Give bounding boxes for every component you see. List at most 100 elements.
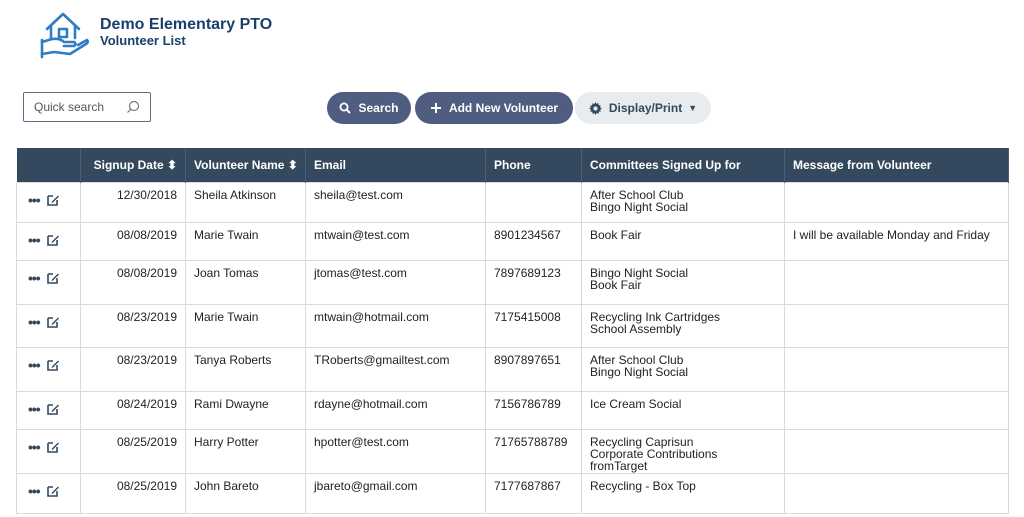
committee-item: Book Fair: [590, 277, 642, 292]
cell-phone: 8901234567: [485, 221, 582, 261]
row-actions: •••: [28, 484, 80, 498]
ellipsis-icon[interactable]: •••: [28, 315, 41, 329]
table-row: ••• 08/08/2019 Joan Tomas jtomas@test.com 78…: [16, 259, 1009, 305]
row-actions-cell: •••: [16, 181, 81, 223]
column-header-actions: [16, 148, 81, 182]
row-actions: •••: [28, 440, 80, 454]
search-icon: [339, 102, 352, 114]
table-row: ••• 08/23/2019 Tanya Roberts TRoberts@gmail…: [16, 346, 1009, 392]
edit-icon[interactable]: [46, 271, 60, 285]
org-name: Demo Elementary PTO: [100, 16, 273, 33]
row-actions: •••: [28, 271, 80, 285]
column-header-volunteer-name[interactable]: Volunteer Name ⬍: [185, 148, 306, 182]
cell-email: hpotter@test.com: [305, 428, 486, 474]
add-button-label: Add New Volunteer: [448, 101, 559, 115]
edit-icon[interactable]: [46, 358, 60, 372]
edit-icon[interactable]: [46, 233, 60, 247]
display-print-button[interactable]: Display/Print ▼: [575, 92, 711, 124]
edit-icon[interactable]: [46, 440, 60, 454]
committee-item: School Assembly: [590, 321, 682, 336]
ellipsis-icon[interactable]: •••: [28, 402, 41, 416]
cell-signup-date: 08/25/2019: [80, 472, 186, 514]
edit-icon[interactable]: [46, 484, 60, 498]
cell-signup-date: 08/24/2019: [80, 390, 186, 430]
committee-item: Bingo Night Social: [590, 265, 689, 280]
cell-email: jbareto@gmail.com: [305, 472, 486, 514]
committee-item: Bingo Night Social: [590, 199, 689, 214]
ellipsis-icon[interactable]: •••: [28, 233, 41, 247]
cell-email: TRoberts@gmailtest.com: [305, 346, 486, 392]
cell-signup-date: 08/25/2019: [80, 428, 186, 474]
cell-volunteer-name: Marie Twain: [185, 221, 306, 261]
add-new-volunteer-button[interactable]: Add New Volunteer: [415, 92, 573, 124]
row-actions: •••: [28, 193, 80, 207]
cell-email: jtomas@test.com: [305, 259, 486, 305]
table-row: ••• 08/25/2019 John Bareto jbareto@gmail.co…: [16, 472, 1009, 514]
ellipsis-icon[interactable]: •••: [28, 358, 41, 372]
table-row: ••• 08/08/2019 Marie Twain mtwain@test.com 8…: [16, 221, 1009, 261]
edit-icon[interactable]: [46, 315, 60, 329]
cell-message: [784, 181, 1009, 223]
cell-phone: 7156786789: [485, 390, 582, 430]
house-in-hand-logo: [40, 12, 90, 59]
magnifier-icon[interactable]: [126, 100, 140, 114]
cell-email: mtwain@hotmail.com: [305, 303, 486, 348]
row-actions-cell: •••: [16, 428, 81, 474]
edit-icon[interactable]: [46, 193, 60, 207]
row-actions-cell: •••: [16, 303, 81, 348]
committee-item: Recycling Ink Cartridges: [590, 309, 721, 324]
column-header-signup-date[interactable]: Signup Date ⬍: [80, 148, 186, 182]
table-row: ••• 12/30/2018 Sheila Atkinson sheila@test.…: [16, 181, 1009, 223]
cell-email: rdayne@hotmail.com: [305, 390, 486, 430]
column-header-email: Email: [305, 148, 486, 182]
edit-icon[interactable]: [46, 402, 60, 416]
quick-search-input[interactable]: [34, 100, 124, 114]
cell-volunteer-name: Marie Twain: [185, 303, 306, 348]
cell-volunteer-name: Tanya Roberts: [185, 346, 306, 392]
cell-message: [784, 303, 1009, 348]
cell-phone: 7897689123: [485, 259, 582, 305]
row-actions-cell: •••: [16, 346, 81, 392]
gear-icon: [588, 101, 602, 115]
row-actions: •••: [28, 233, 80, 247]
header-titles: Demo Elementary PTO Volunteer List: [100, 16, 273, 49]
cell-phone: [485, 181, 582, 223]
table-header-row: Signup Date ⬍ Volunteer Name ⬍ Email Pho…: [16, 148, 1009, 182]
committee-item: Recycling Caprisun: [590, 434, 694, 449]
chevron-down-icon: ▼: [688, 103, 698, 113]
cell-email: mtwain@test.com: [305, 221, 486, 261]
ellipsis-icon[interactable]: •••: [28, 484, 41, 498]
ellipsis-icon[interactable]: •••: [28, 193, 41, 207]
cell-signup-date: 08/08/2019: [80, 259, 186, 305]
cell-signup-date: 12/30/2018: [80, 181, 186, 223]
cell-committees: Recycling Caprisun Corporate Contribution…: [581, 428, 785, 474]
committee-item: Ice Cream Social: [590, 396, 682, 411]
cell-committees: Recycling Ink Cartridges School Assembly: [581, 303, 785, 348]
cell-signup-date: 08/23/2019: [80, 346, 186, 392]
column-header-message: Message from Volunteer: [784, 148, 1009, 182]
committee-item: Recycling - Box Top: [590, 478, 696, 493]
cell-volunteer-name: Rami Dwayne: [185, 390, 306, 430]
quick-search-field[interactable]: [23, 92, 151, 122]
cell-volunteer-name: Harry Potter: [185, 428, 306, 474]
cell-signup-date: 08/08/2019: [80, 221, 186, 261]
row-actions-cell: •••: [16, 221, 81, 261]
committee-item: After School Club: [590, 187, 684, 202]
committee-item: Corporate Contributions fromTarget: [590, 446, 718, 473]
cell-phone: 8907897651: [485, 346, 582, 392]
table-row: ••• 08/23/2019 Marie Twain mtwain@hotmail.c…: [16, 303, 1009, 348]
ellipsis-icon[interactable]: •••: [28, 440, 41, 454]
cell-committees: Recycling - Box Top: [581, 472, 785, 514]
ellipsis-icon[interactable]: •••: [28, 271, 41, 285]
column-header-phone: Phone: [485, 148, 582, 182]
cell-message: [784, 390, 1009, 430]
cell-message: [784, 346, 1009, 392]
cell-committees: Bingo Night Social Book Fair: [581, 259, 785, 305]
table-row: ••• 08/25/2019 Harry Potter hpotter@test.co…: [16, 428, 1009, 474]
search-button[interactable]: Search: [327, 92, 411, 124]
cell-volunteer-name: John Bareto: [185, 472, 306, 514]
display-print-label: Display/Print: [608, 101, 683, 115]
cell-committees: After School Club Bingo Night Social: [581, 346, 785, 392]
search-button-label: Search: [358, 101, 399, 115]
cell-phone: 71765788789: [485, 428, 582, 474]
